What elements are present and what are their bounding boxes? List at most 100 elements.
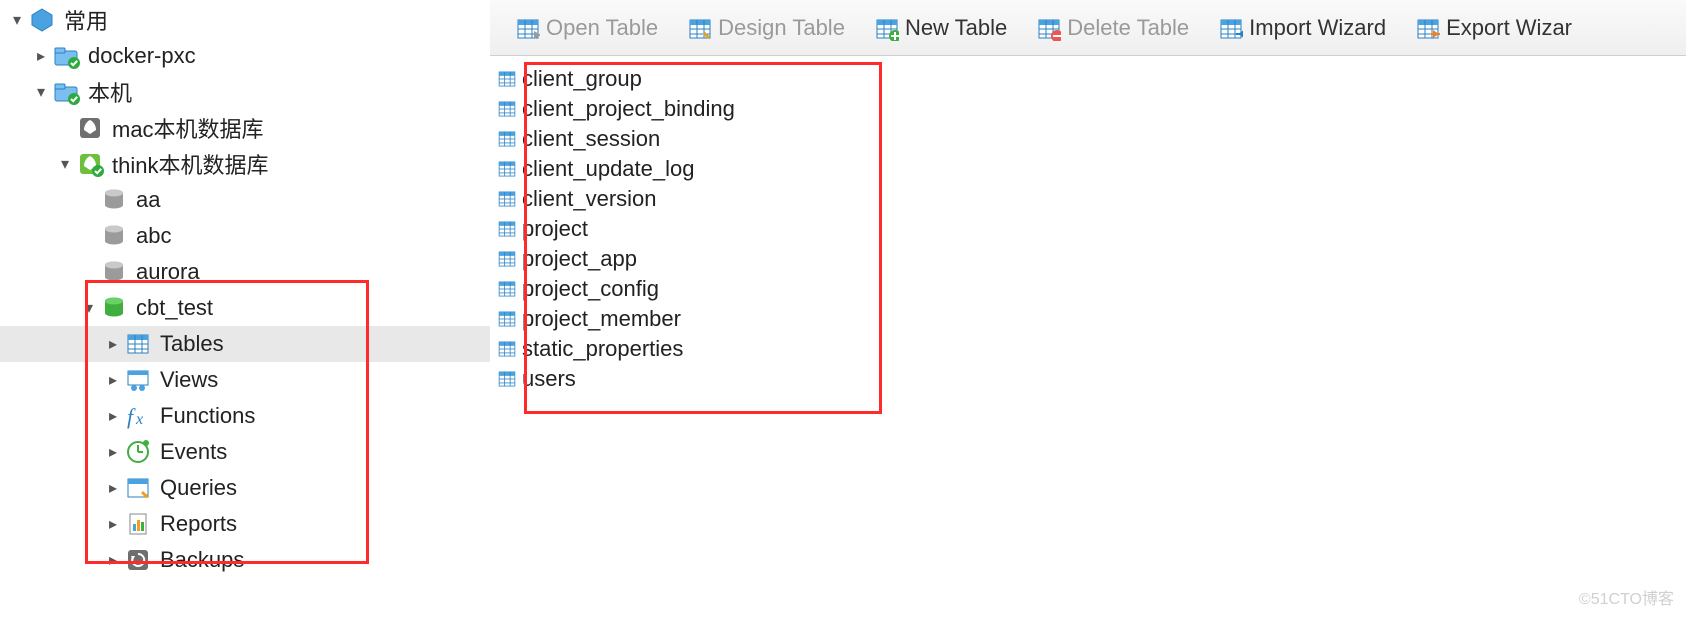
table-name: project_app xyxy=(522,246,637,272)
folder-link-icon xyxy=(52,78,80,106)
db-mac-local[interactable]: mac本机数据库 xyxy=(0,110,490,146)
table-name: static_properties xyxy=(522,336,683,362)
clock-icon xyxy=(124,438,152,466)
table-item[interactable]: client_project_binding xyxy=(496,94,1686,124)
watermark: ©51CTO博客 xyxy=(1579,585,1674,609)
table-name: client_update_log xyxy=(522,156,694,182)
table-icon xyxy=(496,338,518,360)
table-item[interactable]: project_app xyxy=(496,244,1686,274)
node-queries[interactable]: Queries xyxy=(0,470,490,506)
node-backups[interactable]: Backups xyxy=(0,542,490,578)
tree-item-label: 本机 xyxy=(86,76,132,108)
tree-item-label: Events xyxy=(158,439,227,465)
tool-label: Delete Table xyxy=(1067,15,1189,41)
import-wizard-button[interactable]: Import Wizard xyxy=(1203,0,1400,55)
node-events[interactable]: Events xyxy=(0,434,490,470)
table-icon xyxy=(496,308,518,330)
expand-caret[interactable] xyxy=(102,514,124,534)
table-icon xyxy=(496,218,518,240)
table-icon xyxy=(496,248,518,270)
report-icon xyxy=(124,510,152,538)
table-icon xyxy=(496,68,518,90)
query-icon xyxy=(124,474,152,502)
hexagon-icon xyxy=(28,6,56,34)
t-import-icon xyxy=(1217,15,1243,41)
table-item[interactable]: project_config xyxy=(496,274,1686,304)
table-icon xyxy=(496,158,518,180)
tree-item-label: Functions xyxy=(158,403,255,429)
table-item[interactable]: client_update_log xyxy=(496,154,1686,184)
expand-caret[interactable] xyxy=(6,10,28,30)
tree-item-label: cbt_test xyxy=(134,295,213,321)
tool-label: Export Wizar xyxy=(1446,15,1572,41)
db-think-local[interactable]: think本机数据库 xyxy=(0,146,490,182)
expand-caret[interactable] xyxy=(102,442,124,462)
node-views[interactable]: Views xyxy=(0,362,490,398)
conn-docker-pxc[interactable]: docker-pxc xyxy=(0,38,490,74)
t-design-icon xyxy=(686,15,712,41)
table-list: client_groupclient_project_bindingclient… xyxy=(496,64,1686,394)
tree-item-label: abc xyxy=(134,223,171,249)
design-table-button: Design Table xyxy=(672,0,859,55)
tree-item-label: Reports xyxy=(158,511,237,537)
schema-cbt-test[interactable]: cbt_test xyxy=(0,290,490,326)
rocket-green-icon xyxy=(76,150,104,178)
table-name: client_project_binding xyxy=(522,96,735,122)
tree-item-label: Backups xyxy=(158,547,244,573)
table-item[interactable]: static_properties xyxy=(496,334,1686,364)
table-icon xyxy=(496,128,518,150)
table-blue-icon xyxy=(124,330,152,358)
conn-local[interactable]: 本机 xyxy=(0,74,490,110)
db-grey-icon xyxy=(100,186,128,214)
node-functions[interactable]: Functions xyxy=(0,398,490,434)
tree-item-label: Views xyxy=(158,367,218,393)
expand-caret[interactable] xyxy=(102,334,124,354)
expand-caret[interactable] xyxy=(54,154,76,174)
t-export-icon xyxy=(1414,15,1440,41)
schema-aurora[interactable]: aurora xyxy=(0,254,490,290)
schema-abc[interactable]: abc xyxy=(0,218,490,254)
table-item[interactable]: client_group xyxy=(496,64,1686,94)
expand-caret[interactable] xyxy=(30,82,52,102)
expand-caret[interactable] xyxy=(102,370,124,390)
expand-caret[interactable] xyxy=(102,478,124,498)
expand-caret[interactable] xyxy=(78,298,100,318)
schema-aa[interactable]: aa xyxy=(0,182,490,218)
tool-label: New Table xyxy=(905,15,1007,41)
fx-icon xyxy=(124,402,152,430)
tree-item-label: docker-pxc xyxy=(86,43,196,69)
table-name: project xyxy=(522,216,588,242)
table-name: users xyxy=(522,366,576,392)
tree-item-label: Tables xyxy=(158,331,224,357)
tree-item-label: aurora xyxy=(134,259,200,285)
tool-label: Import Wizard xyxy=(1249,15,1386,41)
table-item[interactable]: project xyxy=(496,214,1686,244)
table-icon xyxy=(496,98,518,120)
toolbar: Open TableDesign Table New Table Delete Ta… xyxy=(490,0,1686,56)
tree-item-label: mac本机数据库 xyxy=(110,112,264,144)
node-tables[interactable]: Tables xyxy=(0,326,490,362)
backup-icon xyxy=(124,546,152,574)
new-table-button[interactable]: New Table xyxy=(859,0,1021,55)
table-icon xyxy=(496,188,518,210)
table-item[interactable]: project_member xyxy=(496,304,1686,334)
expand-caret[interactable] xyxy=(102,406,124,426)
t-new-icon xyxy=(873,15,899,41)
rocket-icon xyxy=(76,114,104,142)
node-reports[interactable]: Reports xyxy=(0,506,490,542)
table-item[interactable]: client_version xyxy=(496,184,1686,214)
table-item[interactable]: users xyxy=(496,364,1686,394)
connection-tree: 常用 docker-pxc 本机 mac本机数据库think本机数据库 aa abc aur… xyxy=(0,0,490,617)
table-item[interactable]: client_session xyxy=(496,124,1686,154)
group-frequent[interactable]: 常用 xyxy=(0,2,490,38)
expand-caret[interactable] xyxy=(30,46,52,66)
tree-item-label: Queries xyxy=(158,475,237,501)
expand-caret[interactable] xyxy=(102,550,124,570)
t-delete-icon xyxy=(1035,15,1061,41)
table-icon xyxy=(496,278,518,300)
db-grey-icon xyxy=(100,258,128,286)
open-table-button: Open Table xyxy=(500,0,672,55)
views-icon xyxy=(124,366,152,394)
export-wizard-button[interactable]: Export Wizar xyxy=(1400,0,1586,55)
tree-item-label: aa xyxy=(134,187,160,213)
